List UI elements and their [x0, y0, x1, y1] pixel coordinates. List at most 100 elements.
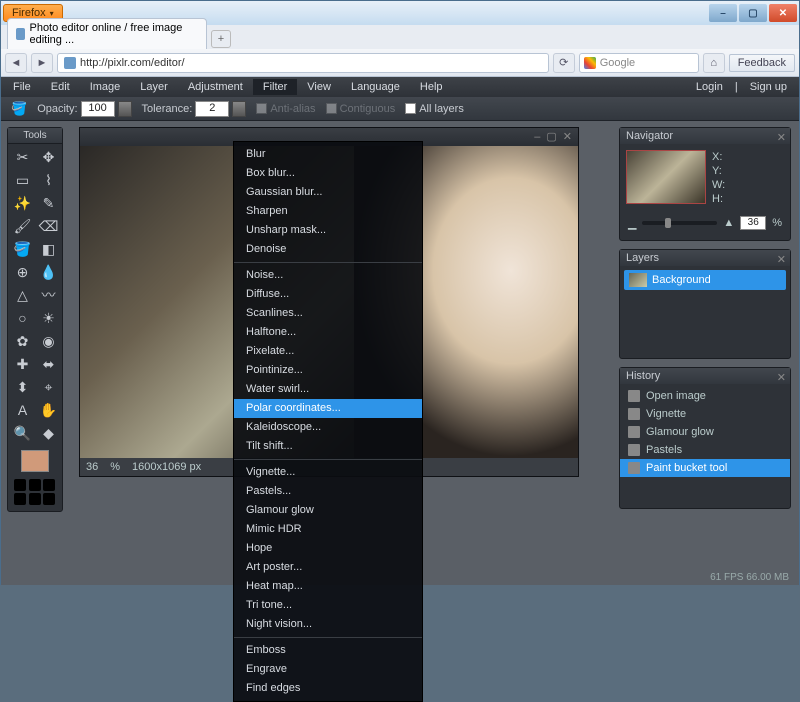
- tolerance-dropdown[interactable]: [232, 101, 246, 117]
- filter-item[interactable]: Halftone...: [234, 323, 422, 342]
- tool-hand[interactable]: ✋: [36, 399, 61, 421]
- history-item[interactable]: Vignette: [620, 405, 790, 423]
- opacity-dropdown[interactable]: [118, 101, 132, 117]
- opacity-input[interactable]: 100: [81, 101, 115, 117]
- filter-item[interactable]: Unsharp mask...: [234, 221, 422, 240]
- filter-item[interactable]: Diffuse...: [234, 285, 422, 304]
- tool-picker[interactable]: ⌖: [36, 376, 61, 398]
- tolerance-input[interactable]: 2: [195, 101, 229, 117]
- window-close[interactable]: ✕: [769, 4, 797, 22]
- filter-item[interactable]: Tilt shift...: [234, 437, 422, 456]
- menu-layer[interactable]: Layer: [130, 79, 178, 95]
- tool-pencil[interactable]: ✎: [36, 192, 61, 214]
- filter-item[interactable]: Scanlines...: [234, 304, 422, 323]
- menu-file[interactable]: File: [3, 79, 41, 95]
- menu-image[interactable]: Image: [80, 79, 131, 95]
- filter-item[interactable]: Gaussian blur...: [234, 183, 422, 202]
- filter-item[interactable]: Glamour glow: [234, 501, 422, 520]
- filter-item[interactable]: Emboss: [234, 641, 422, 660]
- tool-blur[interactable]: 💧: [36, 261, 61, 283]
- filter-item[interactable]: Find edges: [234, 679, 422, 698]
- filter-item[interactable]: Engrave: [234, 660, 422, 679]
- search-field[interactable]: Google: [579, 53, 699, 73]
- tool-marquee[interactable]: ▭: [10, 169, 35, 191]
- filter-item[interactable]: Water swirl...: [234, 380, 422, 399]
- filter-item[interactable]: Noise...: [234, 266, 422, 285]
- home-button[interactable]: ⌂: [703, 53, 725, 73]
- zoom-in-icon[interactable]: ▲: [723, 217, 734, 229]
- feedback-button[interactable]: Feedback: [729, 54, 795, 72]
- filter-item[interactable]: Mimic HDR: [234, 520, 422, 539]
- browser-tab[interactable]: Photo editor online / free image editing…: [7, 18, 207, 49]
- tool-redeye[interactable]: ◉: [36, 330, 61, 352]
- navigator-thumbnail[interactable]: [626, 150, 706, 204]
- filter-item[interactable]: Art poster...: [234, 558, 422, 577]
- zoom-slider[interactable]: [642, 221, 717, 225]
- canvas-max-icon[interactable]: ▢: [546, 128, 556, 146]
- login-link[interactable]: Login: [686, 79, 733, 95]
- tool-bloat[interactable]: ⬌: [36, 353, 61, 375]
- tool-burn[interactable]: ✿: [10, 330, 35, 352]
- filter-item[interactable]: Kaleidoscope...: [234, 418, 422, 437]
- tool-lasso[interactable]: ⌇: [36, 169, 61, 191]
- contiguous-checkbox[interactable]: [326, 103, 337, 114]
- panel-close-icon[interactable]: ✕: [777, 130, 786, 146]
- tool-move[interactable]: ✥: [36, 146, 61, 168]
- swatch-presets[interactable]: [8, 476, 62, 511]
- antialias-checkbox[interactable]: [256, 103, 267, 114]
- filter-item[interactable]: Sharpen: [234, 202, 422, 221]
- tool-sponge[interactable]: ○: [10, 307, 35, 329]
- filter-item[interactable]: Vignette...: [234, 463, 422, 482]
- filter-item[interactable]: Night vision...: [234, 615, 422, 634]
- tool-smudge[interactable]: 〰: [36, 284, 61, 306]
- menu-view[interactable]: View: [297, 79, 341, 95]
- filter-item[interactable]: Tri tone...: [234, 596, 422, 615]
- filter-item[interactable]: Heat map...: [234, 577, 422, 596]
- tool-clone[interactable]: ⊕: [10, 261, 35, 283]
- signup-link[interactable]: Sign up: [740, 79, 797, 95]
- filter-item[interactable]: Box blur...: [234, 164, 422, 183]
- zoom-value[interactable]: 36: [740, 216, 766, 230]
- tool-brush[interactable]: 🖌: [10, 215, 35, 237]
- tool-gradient[interactable]: ◧: [36, 238, 61, 260]
- back-button[interactable]: ◄: [5, 53, 27, 73]
- filter-item[interactable]: Pointinize...: [234, 361, 422, 380]
- menu-help[interactable]: Help: [410, 79, 453, 95]
- menu-edit[interactable]: Edit: [41, 79, 80, 95]
- new-tab-button[interactable]: +: [211, 30, 231, 48]
- tool-zoom[interactable]: 🔍: [10, 422, 35, 444]
- filter-item[interactable]: Pixelate...: [234, 342, 422, 361]
- tool-sharpen[interactable]: △: [10, 284, 35, 306]
- reload-button[interactable]: ⟳: [553, 53, 575, 73]
- tool-crop[interactable]: ✂: [10, 146, 35, 168]
- tool-bucket[interactable]: 🪣: [10, 238, 35, 260]
- zoom-out-icon[interactable]: ▁: [628, 217, 636, 230]
- panel-close-icon[interactable]: ✕: [777, 370, 786, 386]
- history-item[interactable]: Pastels: [620, 441, 790, 459]
- forward-button[interactable]: ►: [31, 53, 53, 73]
- filter-item[interactable]: Polar coordinates...: [234, 399, 422, 418]
- window-minimize[interactable]: –: [709, 4, 737, 22]
- panel-close-icon[interactable]: ✕: [777, 252, 786, 268]
- all-layers-checkbox[interactable]: [405, 103, 416, 114]
- tool-spot[interactable]: ✚: [10, 353, 35, 375]
- foreground-swatch[interactable]: [21, 450, 49, 472]
- menu-filter[interactable]: Filter: [253, 79, 297, 95]
- tool-type[interactable]: A: [10, 399, 35, 421]
- filter-item[interactable]: Blur: [234, 145, 422, 164]
- filter-item[interactable]: Hope: [234, 539, 422, 558]
- history-item[interactable]: Open image: [620, 387, 790, 405]
- layer-row[interactable]: Background: [624, 270, 786, 290]
- history-item[interactable]: Paint bucket tool: [620, 459, 790, 477]
- tool-dodge[interactable]: ☀: [36, 307, 61, 329]
- filter-item[interactable]: Pastels...: [234, 482, 422, 501]
- tool-wand[interactable]: ✨: [10, 192, 35, 214]
- url-field[interactable]: http://pixlr.com/editor/: [57, 53, 549, 73]
- canvas-close-icon[interactable]: ✕: [563, 128, 572, 146]
- menu-language[interactable]: Language: [341, 79, 410, 95]
- filter-item[interactable]: Denoise: [234, 240, 422, 259]
- canvas-min-icon[interactable]: –: [534, 128, 540, 146]
- menu-adjustment[interactable]: Adjustment: [178, 79, 253, 95]
- window-maximize[interactable]: ▢: [739, 4, 767, 22]
- tool-shape[interactable]: ◆: [36, 422, 61, 444]
